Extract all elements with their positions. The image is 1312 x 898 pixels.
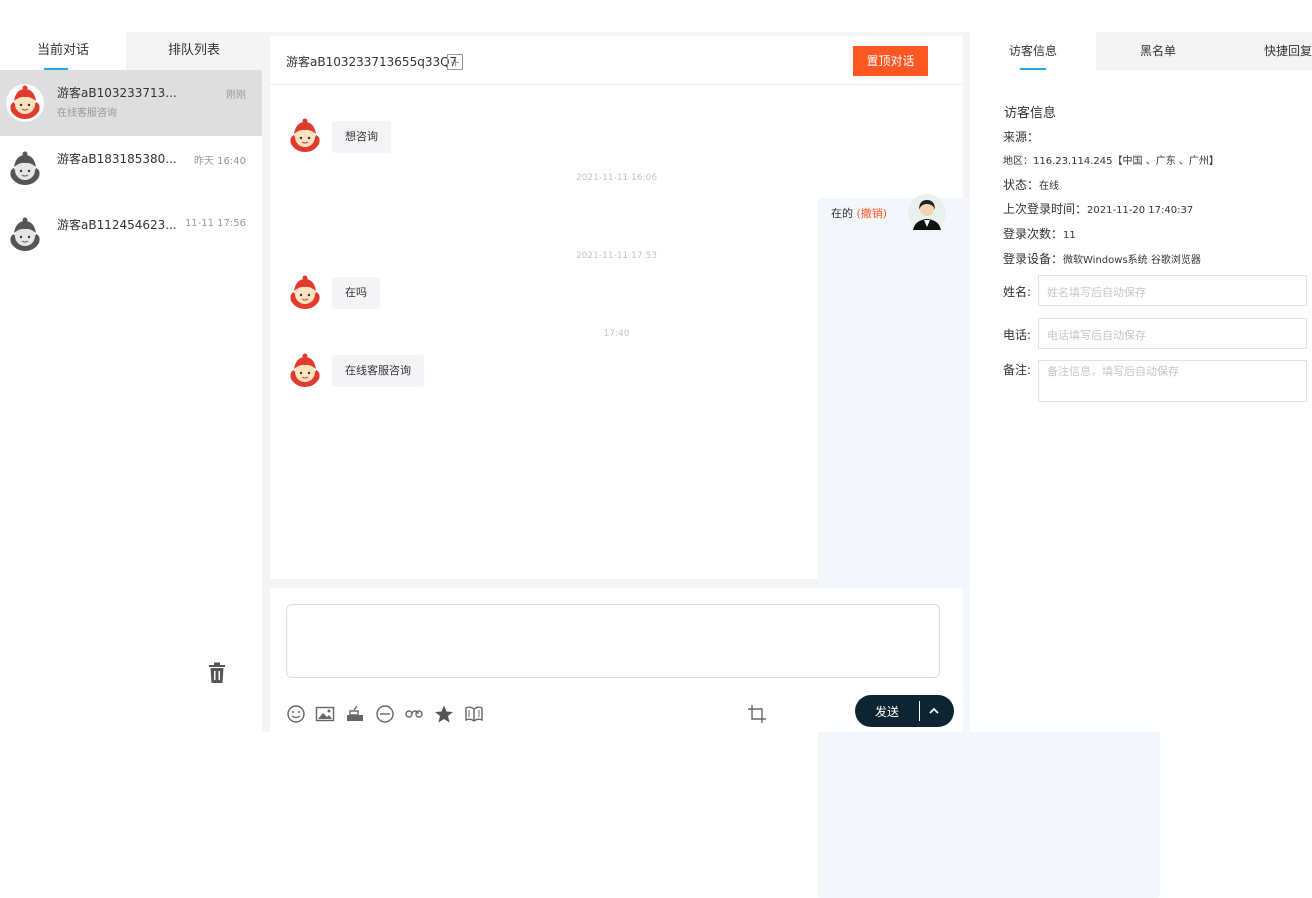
pin-conversation-button[interactable]: 置顶对话 <box>853 46 928 76</box>
info-value: 2021-11-20 17:40:37 <box>1087 205 1194 216</box>
info-region: 地区：116.23.114.245【中国 、广东 、广州】 <box>1003 152 1219 167</box>
send-button[interactable]: 发送 <box>855 695 954 727</box>
guest-avatar <box>6 150 44 188</box>
tab-label: 当前对话 <box>36 43 89 58</box>
star-icon[interactable] <box>434 704 454 724</box>
section-title: 访客信息 <box>1004 106 1057 121</box>
tab-current-conversations[interactable]: 当前对话 <box>0 32 126 70</box>
tab-active-indicator <box>1020 68 1046 70</box>
info-label: 状态： <box>1003 178 1040 192</box>
message-input[interactable] <box>286 604 940 678</box>
emoji-icon[interactable] <box>286 704 306 724</box>
image-icon[interactable] <box>315 704 335 724</box>
book-icon[interactable] <box>464 704 484 724</box>
note-field[interactable]: 备注信息，填写后自动保存 <box>1038 360 1307 402</box>
send-label: 发送 <box>875 705 900 719</box>
conversation-item[interactable]: 游客aB112454623... 11-11 17:56 <box>0 202 262 268</box>
info-value: 在线 <box>1039 181 1060 192</box>
conversation-time: 11-11 17:56 <box>184 218 246 229</box>
tab-label: 快捷回复 <box>1264 44 1312 58</box>
minus-circle-icon[interactable] <box>375 704 395 724</box>
delete-button[interactable] <box>200 656 234 690</box>
tab-label: 排队列表 <box>167 43 220 58</box>
message-bubble: 在吗 <box>332 277 380 309</box>
info-value: 11 <box>1063 230 1076 241</box>
info-last-login: 上次登录时间：2021-11-20 17:40:37 <box>1003 200 1193 217</box>
conversation-name: 游客aB183185380... <box>57 152 177 166</box>
guest-avatar <box>286 274 324 312</box>
agent-avatar <box>908 194 946 232</box>
phone-field[interactable]: 电话填写后自动保存 <box>1038 318 1307 349</box>
add-button[interactable] <box>447 54 463 70</box>
conversation-time: 刚刚 <box>226 90 246 101</box>
send-divider <box>919 701 920 721</box>
conversation-preview: 在线客服咨询 <box>57 108 117 119</box>
info-label: 来源： <box>1003 130 1040 144</box>
conversation-tabs: 当前对话 排队列表 <box>0 32 262 70</box>
info-label: 地区： <box>1003 156 1033 167</box>
tab-queue-list[interactable]: 排队列表 <box>126 32 262 70</box>
info-status: 状态：在线 <box>1003 176 1059 193</box>
tab-label: 访客信息 <box>1008 44 1057 58</box>
chevron-up-icon[interactable] <box>926 703 942 719</box>
phone-label: 电话: <box>1003 328 1032 342</box>
tab-quick-reply[interactable]: 快捷回复 <box>1220 32 1312 70</box>
message-text: 在的 <box>831 207 853 220</box>
trash-icon <box>209 662 225 683</box>
message-composer: 发送 <box>270 588 963 732</box>
tab-blacklist[interactable]: 黑名单 <box>1096 32 1220 70</box>
message-timestamp: 2021-11-11 17:53 <box>575 251 658 261</box>
info-label: 上次登录时间： <box>1003 202 1088 216</box>
app-root: 当前对话 排队列表 游客aB103233713... 刚刚 在线客服咨询 游客a… <box>0 0 1312 898</box>
chat-header: 游客aB103233713655q33Q7 置顶对话 <box>270 36 963 85</box>
crop-icon[interactable] <box>747 704 767 724</box>
info-label: 登录设备： <box>1003 252 1064 266</box>
info-device: 登录设备：微软Windows系统 谷歌浏览器 <box>1003 250 1201 267</box>
info-label: 登录次数： <box>1003 227 1064 241</box>
tab-visitor-info[interactable]: 访客信息 <box>970 32 1096 70</box>
guest-avatar <box>286 117 324 155</box>
message-bubble: 想咨询 <box>332 121 391 153</box>
tab-label: 黑名单 <box>1139 44 1176 58</box>
chat-window: 游客aB103233713655q33Q7 置顶对话 想咨询 2021-11-1… <box>270 36 1160 898</box>
link-icon[interactable] <box>404 704 424 724</box>
message-bubble: 在线客服咨询 <box>332 355 424 387</box>
cup-icon[interactable] <box>345 704 365 724</box>
guest-avatar <box>6 84 44 122</box>
note-label: 备注: <box>1003 363 1032 377</box>
info-login-count: 登录次数：11 <box>1003 225 1076 242</box>
name-field[interactable]: 姓名填写后自动保存 <box>1038 275 1307 306</box>
guest-avatar <box>286 352 324 390</box>
conversation-name: 游客aB112454623... <box>57 218 177 232</box>
conversation-item[interactable]: 游客aB183185380... 昨天 16:40 <box>0 136 262 202</box>
conversation-name: 游客aB103233713... <box>57 86 177 100</box>
chat-title: 游客aB103233713655q33Q7 <box>286 55 458 69</box>
conversation-panel: 当前对话 排队列表 游客aB103233713... 刚刚 在线客服咨询 游客a… <box>0 32 262 732</box>
visitor-panel: 访客信息 黑名单 快捷回复 访客信息 来源： 地区：116.23.114.245… <box>970 32 1312 732</box>
conversation-time: 昨天 16:40 <box>194 156 246 167</box>
name-label: 姓名: <box>1003 285 1032 299</box>
info-value: 微软Windows系统 谷歌浏览器 <box>1063 255 1201 266</box>
message-timestamp: 17:40 <box>603 329 630 339</box>
guest-avatar <box>6 216 44 254</box>
recall-link[interactable]: (撤销) <box>857 207 888 220</box>
info-value: 116.23.114.245【中国 、广东 、广州】 <box>1033 156 1219 167</box>
info-source: 来源： <box>1003 128 1039 145</box>
conversation-item[interactable]: 游客aB103233713... 刚刚 在线客服咨询 <box>0 70 262 136</box>
message-timestamp: 2021-11-11 16:06 <box>575 173 658 183</box>
